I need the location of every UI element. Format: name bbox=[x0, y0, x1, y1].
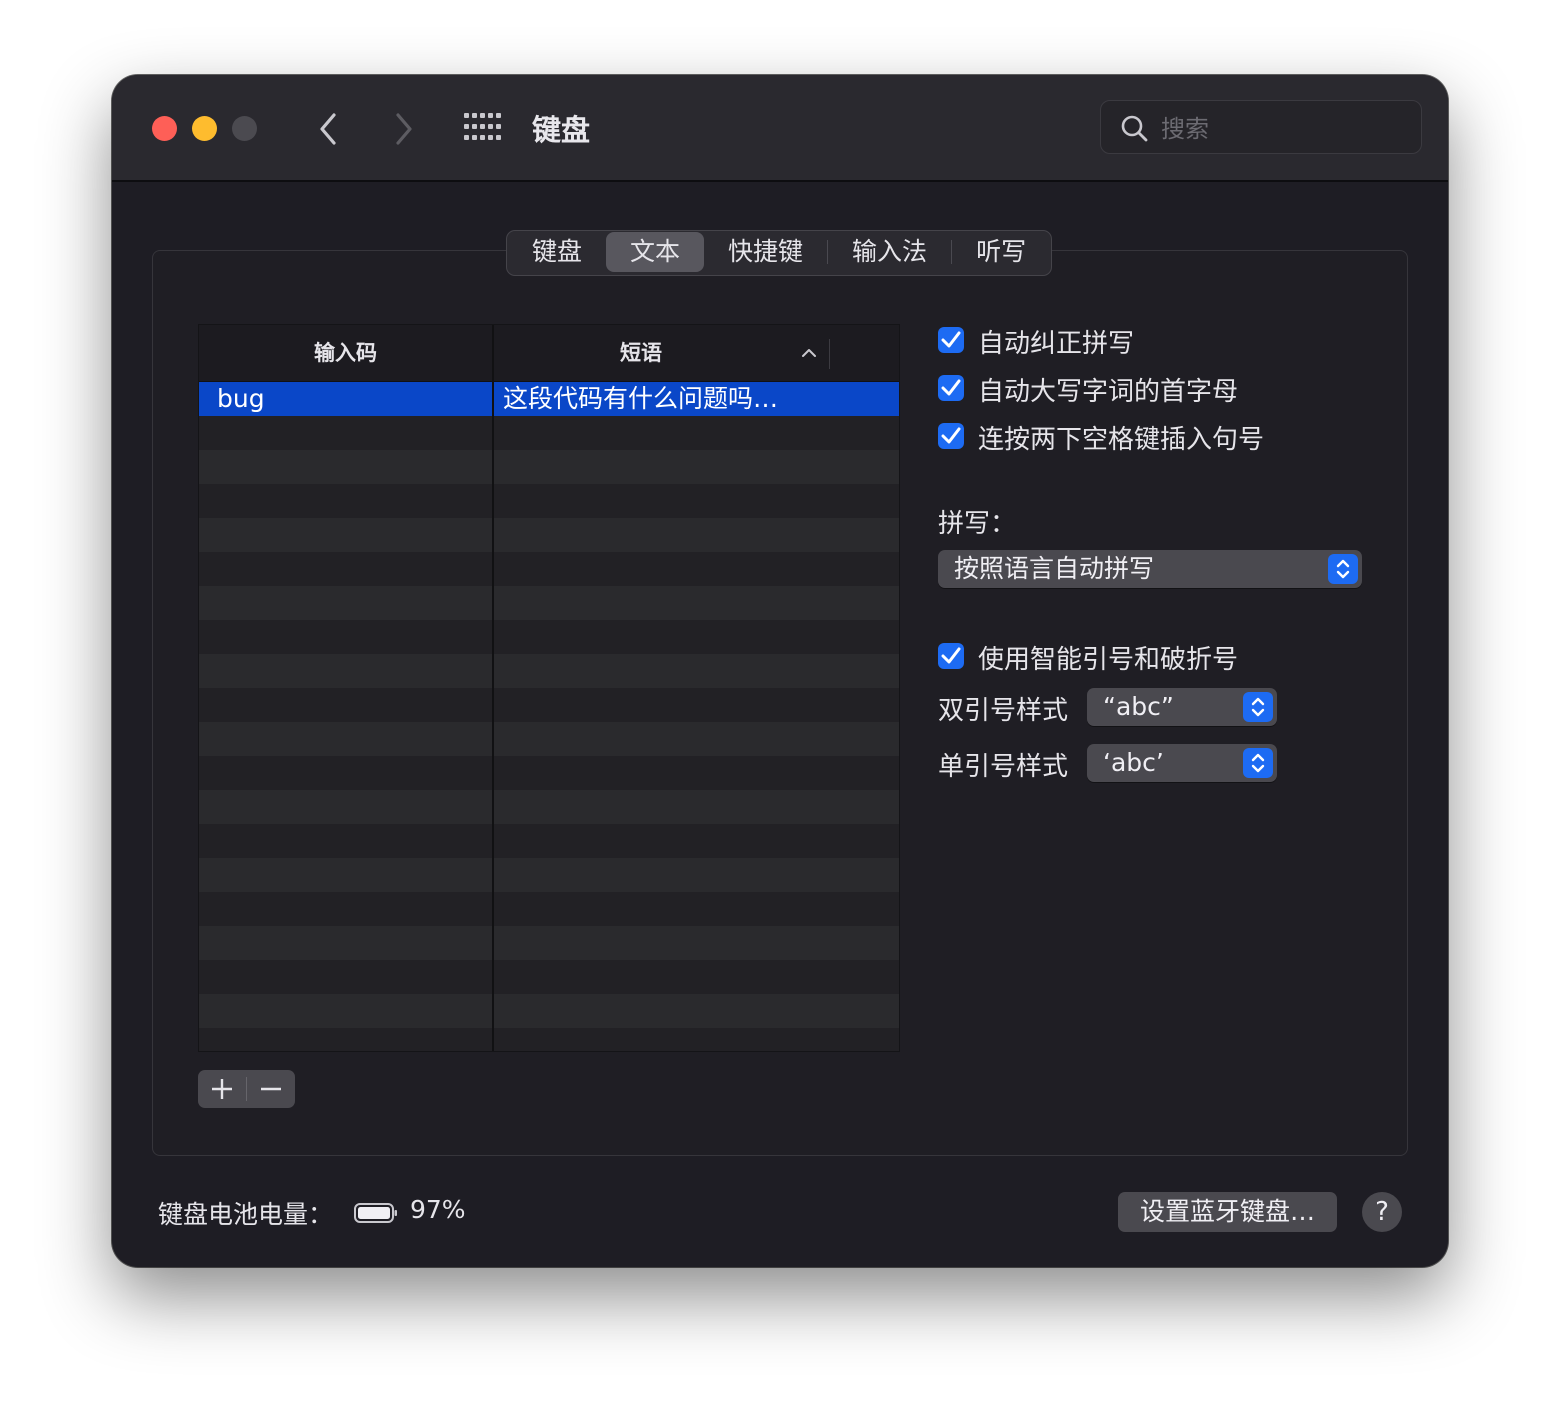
remove-button[interactable] bbox=[247, 1070, 295, 1108]
double-space-period-label: 连按两下空格键插入句号 bbox=[978, 425, 1265, 455]
battery-icon bbox=[354, 1203, 397, 1223]
auto-correct-label: 自动纠正拼写 bbox=[978, 329, 1135, 359]
empty-row bbox=[199, 654, 899, 688]
tab-text[interactable]: 文本 bbox=[606, 232, 705, 272]
empty-row bbox=[199, 450, 899, 484]
single-quote-popup[interactable]: ‘abc’ bbox=[1087, 744, 1277, 782]
search-field[interactable] bbox=[1100, 100, 1422, 154]
double-quote-label: 双引号样式 bbox=[938, 696, 1069, 726]
minus-icon bbox=[261, 1087, 281, 1091]
auto-capitalize-label: 自动大写字词的首字母 bbox=[978, 377, 1239, 407]
smart-quotes-checkbox[interactable] bbox=[938, 643, 964, 669]
cell-replace: bug bbox=[217, 384, 265, 413]
back-button[interactable] bbox=[312, 109, 346, 149]
up-down-chevron-icon bbox=[1336, 559, 1350, 579]
up-down-chevron-icon bbox=[1251, 697, 1265, 717]
checkmark-icon bbox=[941, 647, 961, 664]
column-separator bbox=[829, 339, 830, 369]
minimize-button[interactable] bbox=[192, 116, 217, 141]
cell-with: 这段代码有什么问题吗… bbox=[503, 384, 779, 413]
close-button[interactable] bbox=[152, 116, 177, 141]
preferences-window: 键盘 键盘 文本 快捷键 输入法 听写 输入码 短语 bbox=[112, 75, 1448, 1267]
plus-icon bbox=[212, 1079, 232, 1099]
add-button[interactable] bbox=[198, 1070, 246, 1108]
column-header-with[interactable]: 短语 bbox=[493, 325, 789, 381]
empty-row bbox=[199, 858, 899, 892]
tab-bar: 键盘 文本 快捷键 输入法 听写 bbox=[506, 230, 1053, 276]
tab-keyboard[interactable]: 键盘 bbox=[508, 232, 606, 272]
show-all-button[interactable] bbox=[464, 113, 502, 141]
table-rows: bug 这段代码有什么问题吗… bbox=[199, 382, 899, 1051]
spelling-popup[interactable]: 按照语言自动拼写 bbox=[938, 550, 1362, 588]
help-button[interactable]: ? bbox=[1362, 1192, 1402, 1232]
empty-row bbox=[199, 1028, 899, 1051]
chevron-right-icon bbox=[396, 113, 412, 145]
battery-level-label: 键盘电池电量： bbox=[158, 1200, 334, 1229]
tab-shortcuts[interactable]: 快捷键 bbox=[704, 232, 827, 272]
checkmark-icon bbox=[941, 427, 961, 444]
empty-row bbox=[199, 688, 899, 722]
table-row[interactable]: bug 这段代码有什么问题吗… bbox=[199, 382, 899, 416]
spelling-popup-value: 按照语言自动拼写 bbox=[954, 554, 1155, 583]
single-quote-label: 单引号样式 bbox=[938, 752, 1069, 782]
column-header-replace[interactable]: 输入码 bbox=[199, 325, 492, 381]
empty-row bbox=[199, 586, 899, 620]
smart-quotes-label: 使用智能引号和破折号 bbox=[978, 645, 1239, 675]
auto-correct-checkbox[interactable] bbox=[938, 327, 964, 353]
battery-level-value: 97% bbox=[410, 1195, 466, 1224]
empty-row bbox=[199, 790, 899, 824]
single-quote-value: ‘abc’ bbox=[1103, 748, 1164, 777]
grid-icon bbox=[464, 113, 501, 140]
empty-row bbox=[199, 484, 899, 518]
tab-input-sources[interactable]: 输入法 bbox=[828, 232, 951, 272]
spelling-label: 拼写： bbox=[938, 509, 1017, 539]
auto-capitalize-checkbox[interactable] bbox=[938, 375, 964, 401]
table-header: 输入码 短语 bbox=[199, 325, 899, 382]
add-remove-control bbox=[198, 1070, 295, 1108]
empty-row bbox=[199, 824, 899, 858]
column-divider bbox=[492, 325, 494, 1051]
empty-row bbox=[199, 756, 899, 790]
search-icon bbox=[1121, 115, 1148, 142]
empty-row bbox=[199, 892, 899, 926]
checkmark-icon bbox=[941, 331, 961, 348]
double-quote-popup[interactable]: “abc” bbox=[1087, 688, 1277, 726]
empty-row bbox=[199, 926, 899, 960]
single-quote-stepper bbox=[1243, 748, 1273, 778]
double-quote-value: “abc” bbox=[1103, 692, 1174, 721]
double-quote-stepper bbox=[1243, 692, 1273, 722]
empty-row bbox=[199, 960, 899, 994]
window-title: 键盘 bbox=[532, 113, 591, 147]
checkmark-icon bbox=[941, 379, 961, 396]
setup-bluetooth-keyboard-button[interactable]: 设置蓝牙键盘… bbox=[1118, 1192, 1337, 1232]
tab-dictation[interactable]: 听写 bbox=[952, 232, 1050, 272]
search-input[interactable] bbox=[1159, 111, 1403, 147]
empty-row bbox=[199, 722, 899, 756]
empty-row bbox=[199, 518, 899, 552]
double-space-period-checkbox[interactable] bbox=[938, 423, 964, 449]
chevron-left-icon bbox=[320, 113, 336, 145]
spelling-popup-stepper bbox=[1328, 554, 1358, 584]
sort-ascending-icon bbox=[802, 349, 816, 357]
zoom-button[interactable] bbox=[232, 116, 257, 141]
title-bar: 键盘 bbox=[112, 75, 1448, 182]
text-replacement-table[interactable]: 输入码 短语 bug 这段代码有什么问题吗… bbox=[198, 324, 900, 1052]
up-down-chevron-icon bbox=[1251, 753, 1265, 773]
empty-row bbox=[199, 552, 899, 586]
empty-row bbox=[199, 994, 899, 1028]
forward-button[interactable] bbox=[386, 109, 420, 149]
empty-row bbox=[199, 416, 899, 450]
empty-row bbox=[199, 620, 899, 654]
